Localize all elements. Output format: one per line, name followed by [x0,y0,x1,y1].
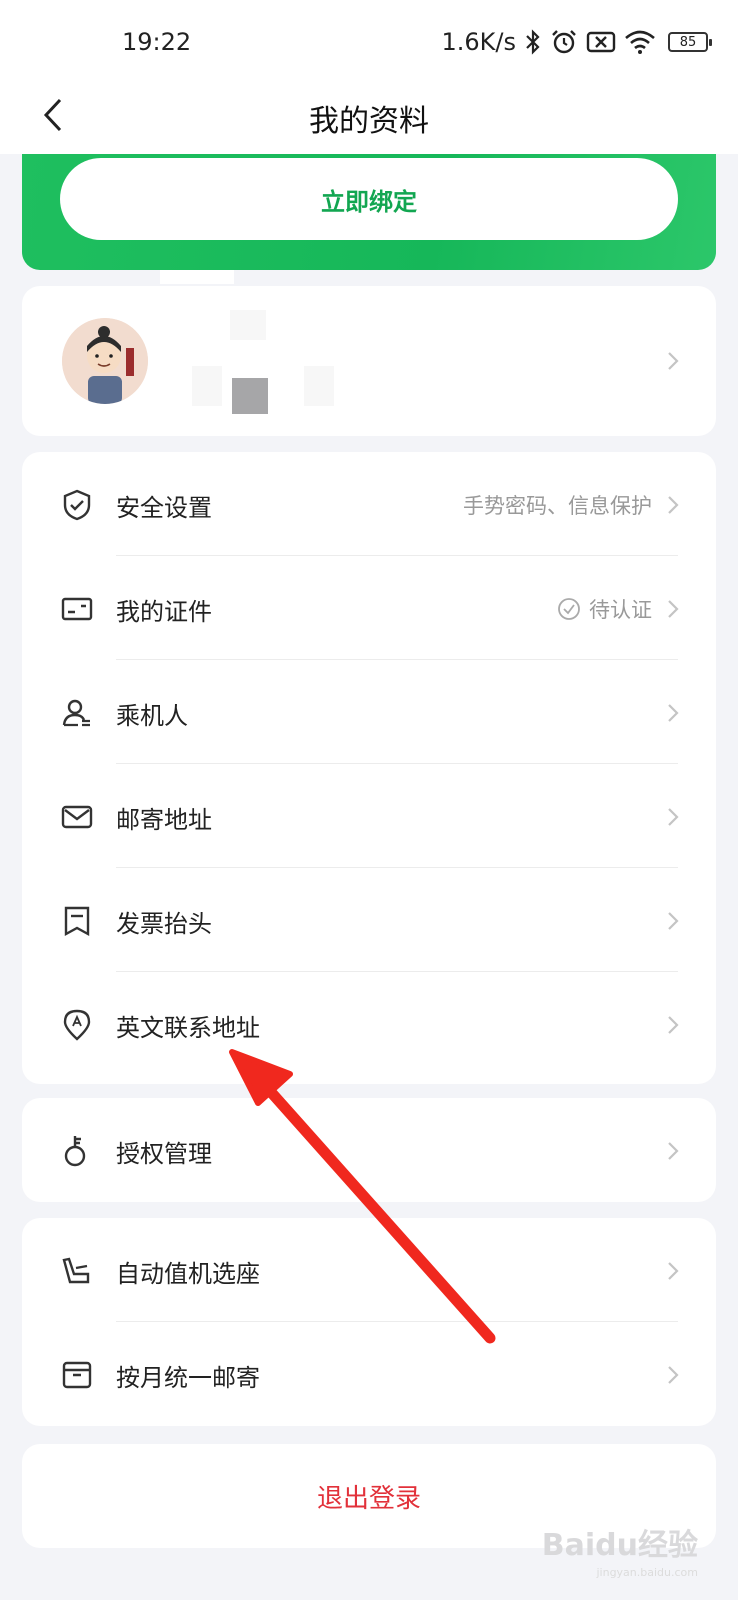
network-speed: 1.6K/s [441,28,517,56]
check-circle-icon [558,598,580,620]
menu-item-label: 我的证件 [116,598,212,626]
chevron-right-icon [668,352,679,370]
location-icon [63,1009,91,1041]
chevron-right-icon [668,1366,679,1384]
page-title: 我的资料 [309,104,429,139]
battery-indicator: 85 [668,32,712,52]
bind-card: 立即绑定 [22,154,716,270]
redaction [230,310,266,340]
menu-item-label: 发票抬头 [116,910,212,938]
redaction [160,270,234,284]
menu-item-label: 英文联系地址 [116,1014,260,1042]
menu-item-my-documents[interactable]: 我的证件 待认证 [22,556,716,660]
menu-item-auto-checkin-seat[interactable]: 自动值机选座 [22,1218,716,1322]
bind-now-button[interactable]: 立即绑定 [60,158,678,240]
chevron-right-icon [668,1142,679,1160]
shield-icon [63,489,91,521]
watermark: Baidu经验 [541,1528,698,1563]
verification-status: 待认证 [557,594,652,624]
status-bar: 19:22 1.6K/s 85 [0,0,738,80]
mail-icon [61,805,93,829]
logout-label: 退出登录 [316,1484,421,1514]
authorization-group: 授权管理 [22,1098,716,1202]
redaction [304,366,334,406]
menu-item-label: 邮寄地址 [116,806,212,834]
bluetooth-icon [526,29,540,55]
profile-menu-group: 安全设置 手势密码、信息保护 我的证件 待认证 乘机人 邮寄地址 发票抬头 英文… [22,452,716,1084]
menu-item-label: 自动值机选座 [116,1260,260,1288]
menu-item-security-settings[interactable]: 安全设置 手势密码、信息保护 [22,452,716,556]
menu-item-label: 乘机人 [116,702,188,730]
menu-item-monthly-mailing[interactable]: 按月统一邮寄 [22,1322,716,1426]
service-group: 自动值机选座 按月统一邮寄 [22,1218,716,1426]
box-icon [62,1361,92,1389]
menu-item-passengers[interactable]: 乘机人 [22,660,716,764]
avatar[interactable] [62,318,148,404]
status-icons: 1.6K/s 85 [441,26,712,58]
id-card-icon [61,597,93,621]
seat-icon [62,1257,90,1284]
menu-item-mailing-address[interactable]: 邮寄地址 [22,764,716,868]
menu-item-label: 按月统一邮寄 [116,1364,260,1392]
alarm-icon [552,30,576,54]
invoice-icon [64,906,90,937]
menu-item-invoice-title[interactable]: 发票抬头 [22,868,716,972]
chevron-right-icon [668,496,679,514]
redaction [192,366,222,406]
menu-item-authorization-management[interactable]: 授权管理 [22,1098,716,1202]
status-time: 19:22 [122,28,192,56]
chevron-right-icon [668,808,679,826]
sim-off-icon [586,31,616,53]
redaction [232,378,268,414]
chevron-right-icon [668,912,679,930]
chevron-right-icon [668,704,679,722]
profile-card[interactable] [22,286,716,436]
passenger-icon [62,699,90,727]
chevron-right-icon [668,1016,679,1034]
avatar-illustration [62,318,148,404]
menu-item-value: 手势密码、信息保护 [463,494,652,518]
menu-item-value: 待认证 [589,598,652,622]
menu-item-label: 授权管理 [116,1140,212,1168]
wifi-icon [625,30,655,54]
key-icon [64,1136,86,1167]
chevron-right-icon [668,1262,679,1280]
chevron-right-icon [668,600,679,618]
menu-item-label: 安全设置 [116,494,212,522]
watermark-url: jingyan.baidu.com [596,1566,698,1579]
menu-item-english-contact-address[interactable]: 英文联系地址 [22,972,716,1076]
nav-bar: 我的资料 [0,80,738,154]
